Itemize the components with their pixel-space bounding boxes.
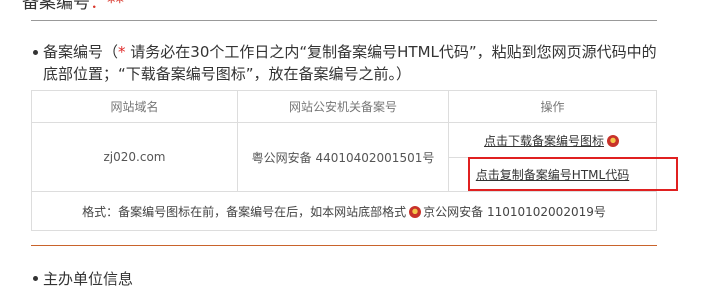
header-domain: 网站域名 bbox=[31, 90, 238, 123]
icp-section-title: 备案编号（* 请务必在30个工作日之内“复制备案编号HTML代码”，粘贴到您网页… bbox=[43, 41, 663, 85]
icp-title-prefix: 备案编号（ bbox=[43, 43, 119, 61]
table-header-row: 网站域名 网站公安机关备案号 操作 bbox=[31, 90, 657, 123]
bullet-icon bbox=[33, 50, 38, 55]
cell-download: 点击下载备案编号图标 bbox=[448, 122, 657, 158]
cell-domain: zj020.com bbox=[31, 122, 238, 192]
table-row: zj020.com 粤公网安备 44010402001501号 点击下载备案编号… bbox=[31, 122, 657, 192]
divider-top bbox=[31, 20, 657, 21]
format-note-text: 格式：备案编号图标在前，备案编号在后，如本网站底部格式 bbox=[82, 204, 407, 219]
previous-heading-mark: ：** bbox=[90, 0, 124, 13]
previous-section-heading: 备案编号：** bbox=[22, 0, 124, 13]
format-example-text: 京公网安备 11010102002019号 bbox=[423, 204, 606, 219]
police-emblem-icon bbox=[409, 205, 422, 218]
cell-format-note: 格式：备案编号图标在前，备案编号在后，如本网站底部格式 京公网安备 1101010… bbox=[31, 191, 657, 231]
organizer-info-title: 主办单位信息 bbox=[43, 270, 134, 288]
header-record-number: 网站公安机关备案号 bbox=[237, 90, 449, 123]
copy-link-highlight-box bbox=[468, 157, 678, 191]
download-icon-link[interactable]: 点击下载备案编号图标 bbox=[484, 134, 604, 148]
table-format-row: 格式：备案编号图标在前，备案编号在后，如本网站底部格式 京公网安备 1101010… bbox=[31, 191, 657, 231]
previous-heading-text: 备案编号 bbox=[22, 0, 90, 13]
bullet-icon bbox=[33, 276, 38, 281]
icp-title-instructions: 请务必在30个工作日之内“复制备案编号HTML代码”，粘贴到您网页源代码中的底部… bbox=[43, 43, 657, 83]
cell-record-number: 粤公网安备 44010402001501号 bbox=[237, 122, 449, 192]
header-actions: 操作 bbox=[448, 90, 657, 123]
police-emblem-icon bbox=[607, 134, 619, 147]
divider-bottom bbox=[31, 245, 657, 246]
required-star: * bbox=[118, 43, 126, 61]
